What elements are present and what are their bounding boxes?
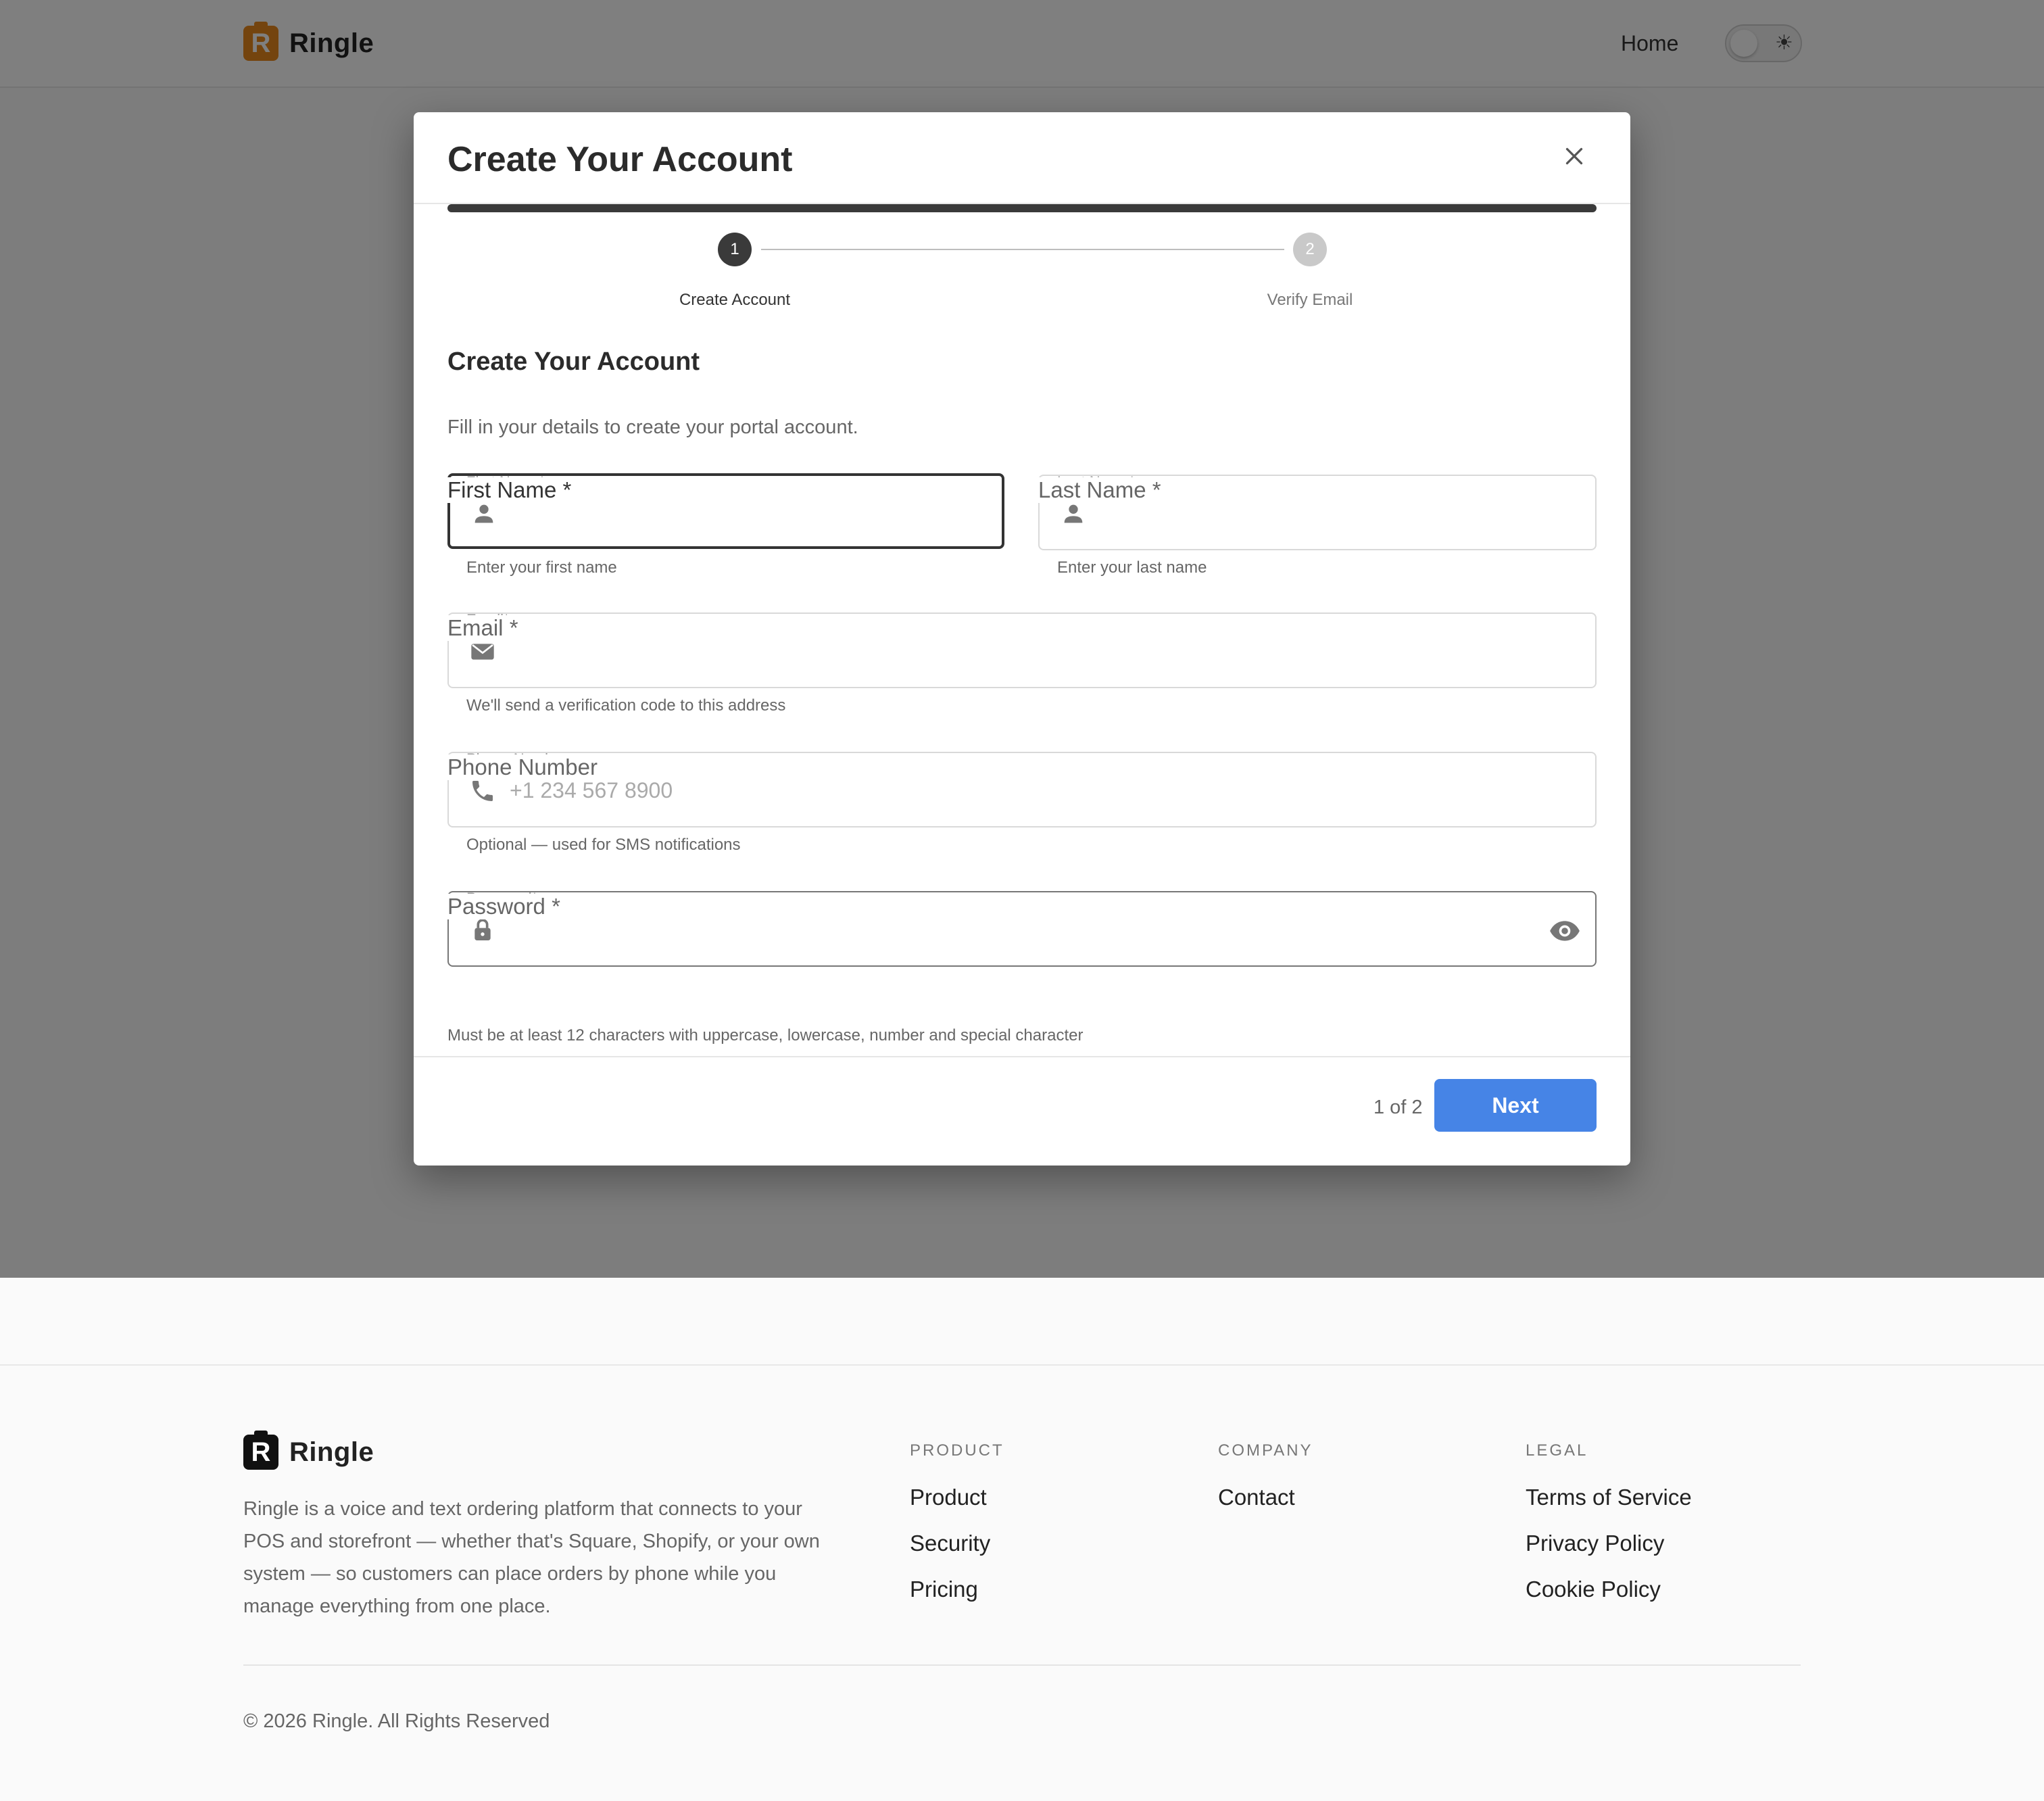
close-icon <box>1565 147 1583 165</box>
footer-column-company: COMPANY Contact <box>1218 1441 1313 1531</box>
footer-link-security[interactable]: Security <box>910 1531 1004 1577</box>
footer-column-product: PRODUCT Product Security Pricing <box>910 1441 1004 1623</box>
last-name-helper: Enter your last name <box>1057 558 1207 577</box>
email-label: Email * <box>447 615 518 641</box>
footer-column-heading: PRODUCT <box>910 1441 1004 1460</box>
step-indicator-2: 2 <box>1293 233 1327 266</box>
footer-brand[interactable]: R Ringle <box>243 1431 374 1470</box>
close-button[interactable] <box>1556 138 1592 174</box>
footer-description: Ringle is a voice and text ordering plat… <box>243 1498 820 1617</box>
first-name-label: First Name * <box>447 477 572 503</box>
modal-header: Create Your Account <box>414 112 1630 204</box>
phone-input[interactable] <box>510 773 1524 807</box>
password-label: Password * <box>447 894 560 919</box>
form-section-description: Fill in your details to create your port… <box>447 416 858 438</box>
lock-icon <box>474 919 491 940</box>
footer-link-contact[interactable]: Contact <box>1218 1485 1313 1531</box>
next-button[interactable]: Next <box>1434 1079 1597 1132</box>
footer-spacer <box>0 1278 2044 1366</box>
progress-bar-fill <box>447 204 1597 212</box>
email-input[interactable] <box>510 634 1524 668</box>
footer-link-product[interactable]: Product <box>910 1485 1004 1531</box>
step-page-count: 1 of 2 <box>1373 1097 1423 1118</box>
email-helper: We'll send a verification code to this a… <box>466 696 786 715</box>
phone-helper: Optional — used for SMS notifications <box>466 836 741 854</box>
password-requirements-helper: Must be at least 12 characters with uppe… <box>447 1026 1084 1044</box>
toggle-password-visibility-button[interactable] <box>1548 914 1582 948</box>
create-account-modal: Create Your Account 1 2 Create Account V… <box>414 112 1630 1166</box>
email-field[interactable] <box>447 613 1597 688</box>
eye-icon <box>1550 921 1580 941</box>
copyright: © 2026 Ringle. All Rights Reserved <box>243 1710 550 1732</box>
last-name-input[interactable] <box>1100 496 1574 530</box>
ringle-logo-icon: R <box>243 1431 278 1470</box>
password-input[interactable] <box>510 913 1456 946</box>
phone-icon <box>472 781 493 801</box>
first-name-helper: Enter your first name <box>466 558 617 577</box>
step-indicator-1: 1 <box>718 233 752 266</box>
footer-column-legal: LEGAL Terms of Service Privacy Policy Co… <box>1526 1441 1692 1623</box>
step-label-verify-email: Verify Email <box>1267 291 1353 309</box>
footer-link-privacy[interactable]: Privacy Policy <box>1526 1531 1692 1577</box>
password-field[interactable] <box>447 891 1597 967</box>
person-icon <box>1064 504 1083 523</box>
last-name-label: Last Name * <box>1038 477 1161 503</box>
footer-column-heading: COMPANY <box>1218 1441 1313 1460</box>
footer-link-cookie[interactable]: Cookie Policy <box>1526 1577 1692 1623</box>
phone-field[interactable] <box>447 752 1597 827</box>
first-name-input[interactable] <box>511 496 984 530</box>
form-section-title: Create Your Account <box>447 347 700 376</box>
site-footer: R Ringle Ringle is a voice and text orde… <box>0 1367 2044 1801</box>
footer-column-heading: LEGAL <box>1526 1441 1588 1460</box>
footer-link-terms[interactable]: Terms of Service <box>1526 1485 1692 1531</box>
modal-title: Create Your Account <box>447 140 793 179</box>
modal-footer: 1 of 2 Next <box>414 1056 1630 1166</box>
footer-link-pricing[interactable]: Pricing <box>910 1577 1004 1623</box>
step-connector <box>761 249 1284 250</box>
footer-brand-name: Ringle <box>289 1437 374 1467</box>
person-icon <box>474 504 493 523</box>
mail-icon <box>471 644 494 660</box>
step-label-create-account: Create Account <box>679 291 791 309</box>
progress-bar <box>447 204 1597 212</box>
footer-divider <box>243 1664 1801 1666</box>
phone-label: Phone Number <box>447 754 598 780</box>
